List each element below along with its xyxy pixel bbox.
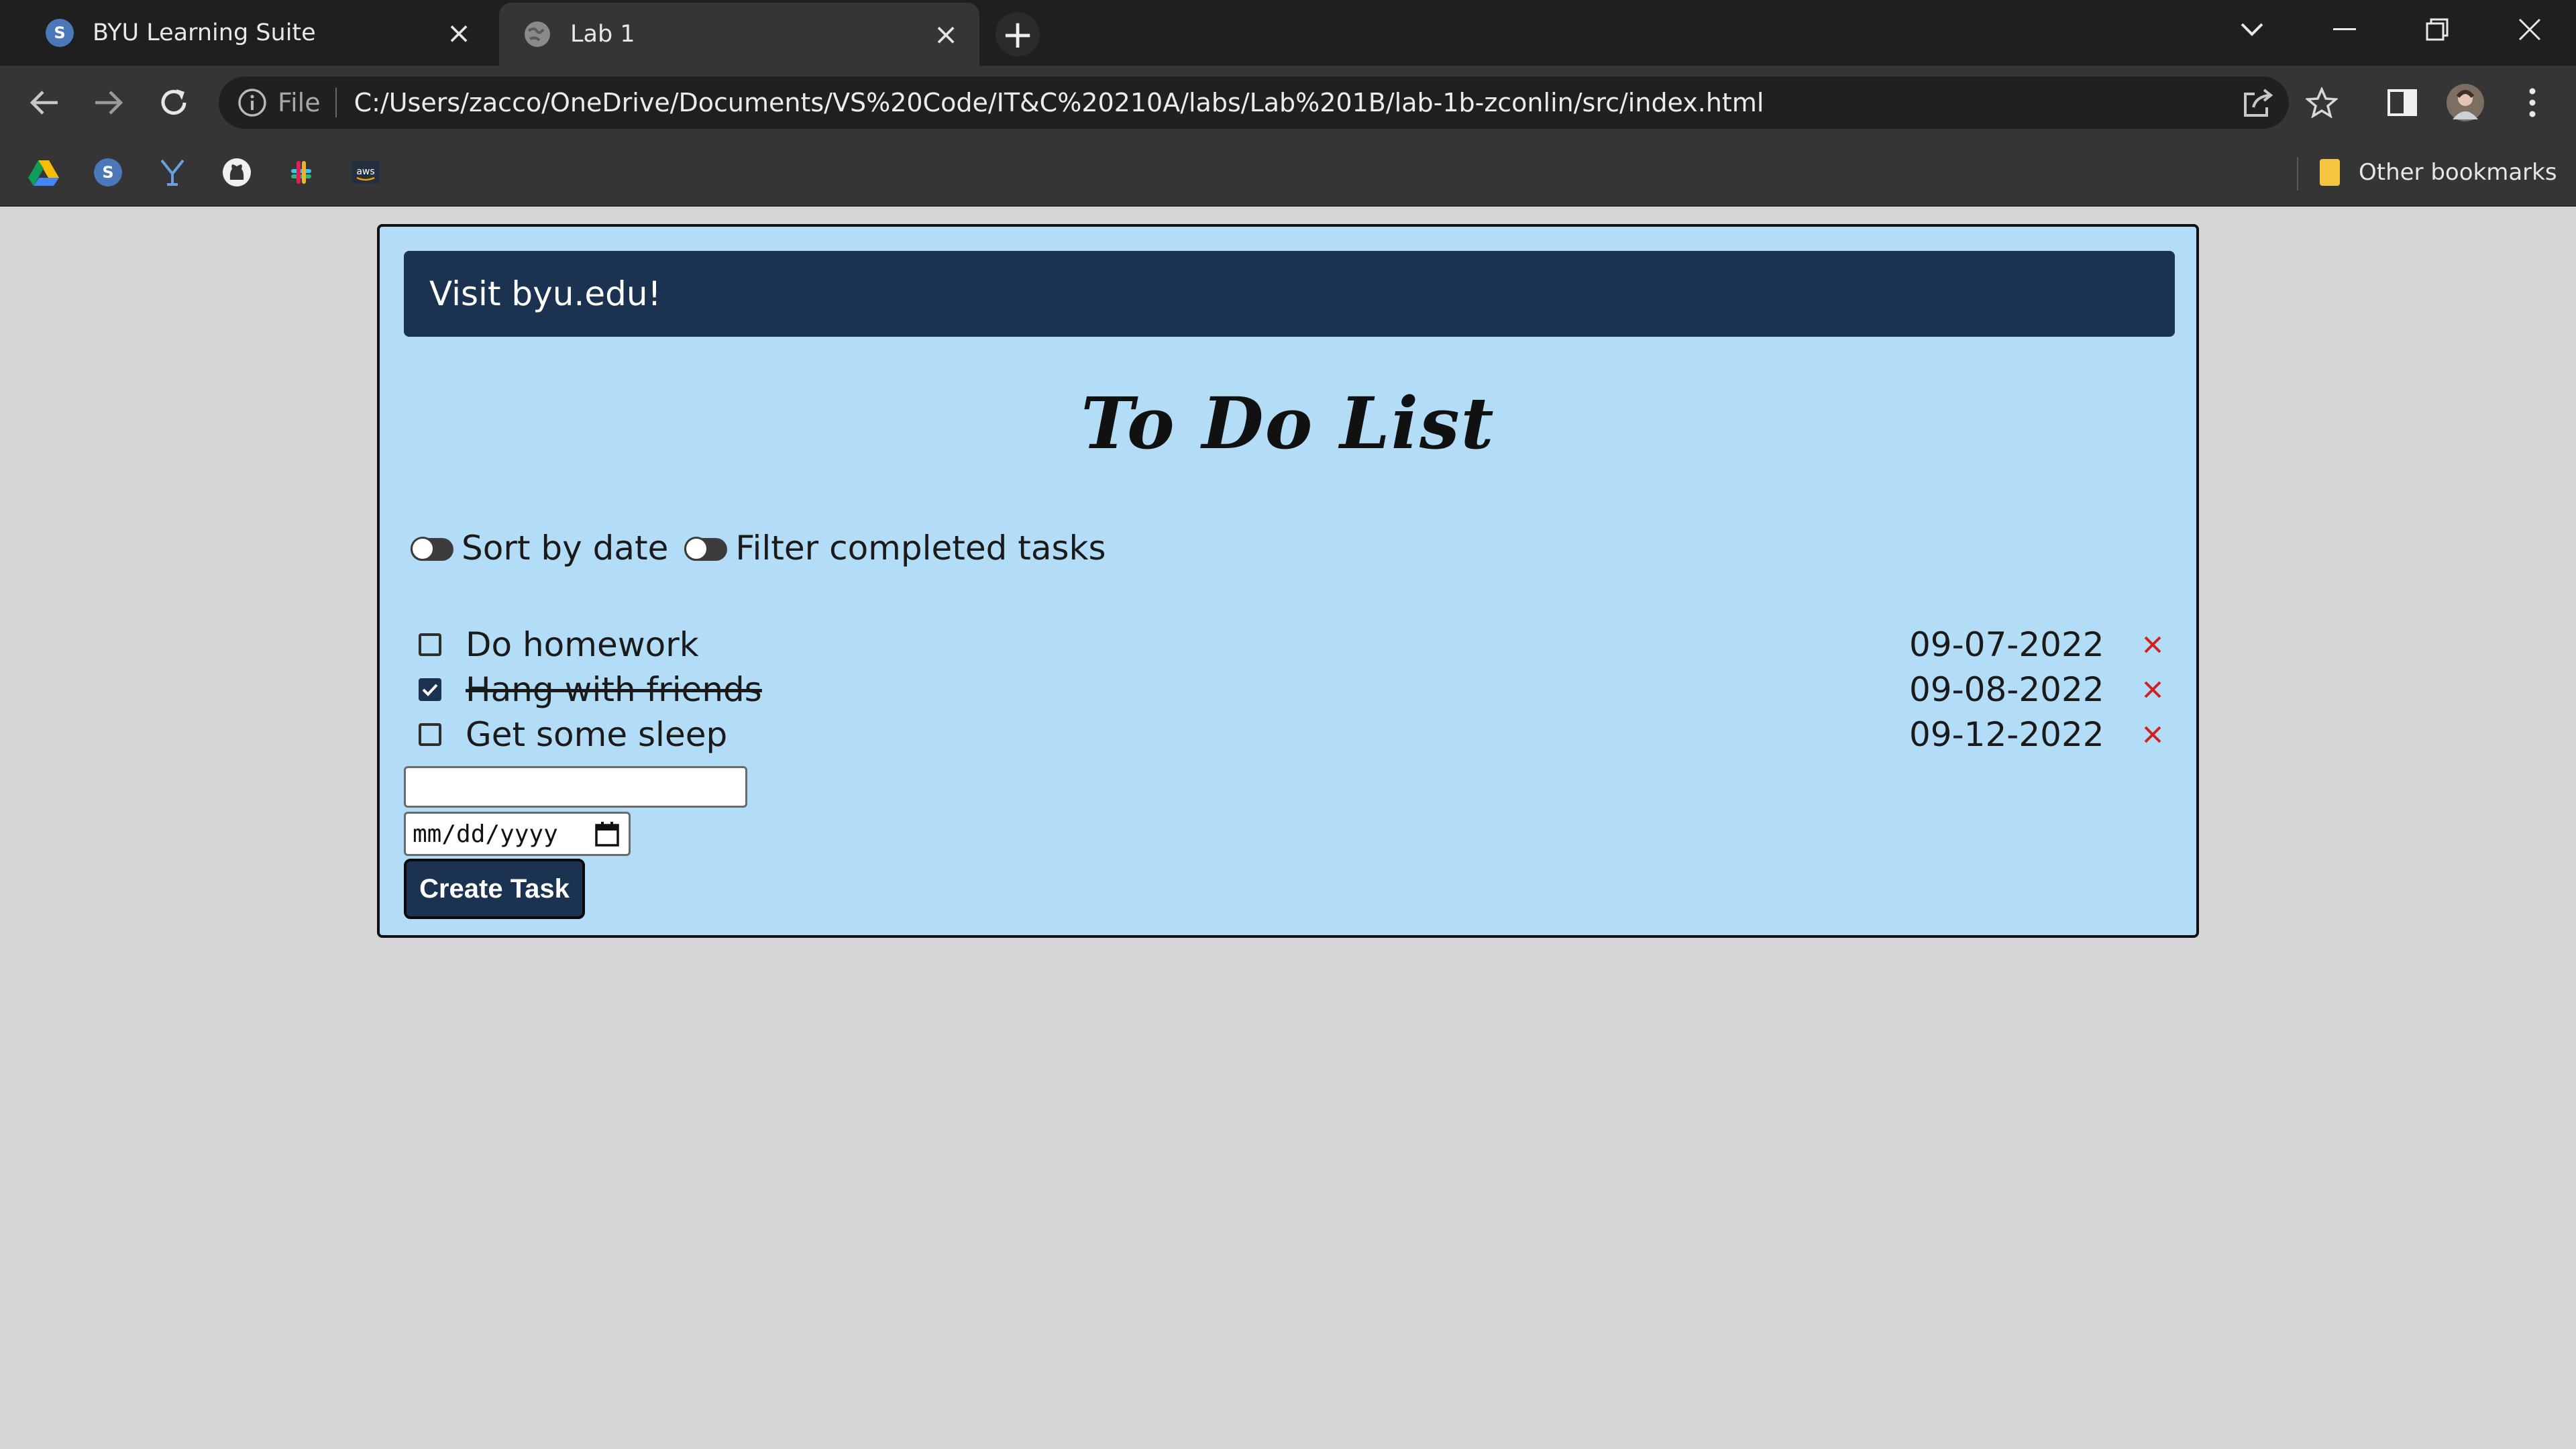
side-panel-icon[interactable] [2383, 83, 2422, 122]
delete-x-icon[interactable] [2137, 629, 2168, 660]
checkmark-icon [422, 684, 438, 696]
tab-byu-learning-suite[interactable]: S BYU Learning Suite × [11, 0, 492, 66]
svg-text:aws: aws [356, 166, 374, 177]
task-date: 09-07-2022 [1909, 625, 2104, 664]
restore-icon[interactable] [2391, 0, 2483, 59]
globe-icon [521, 17, 554, 51]
create-task-button[interactable]: Create Task [404, 859, 585, 919]
task-checkbox[interactable] [419, 723, 441, 746]
page-title: To Do List [1081, 381, 1495, 465]
task-text: Do homework [466, 625, 699, 664]
tab-strip: S BYU Learning Suite × Lab 1 × + [0, 0, 2576, 66]
bookmarks-bar: S aws Other bookmarks [0, 140, 2576, 207]
share-icon[interactable] [2238, 83, 2277, 122]
other-bookmarks-button[interactable]: Other bookmarks [2320, 154, 2557, 191]
filter-completed-label: Filter completed tasks [735, 529, 1106, 568]
toggle-knob [411, 537, 435, 561]
visit-byu-banner[interactable]: Visit byu.edu! [404, 251, 2175, 337]
banner-text[interactable]: Visit byu.edu! [429, 274, 661, 313]
close-icon[interactable]: × [440, 14, 478, 52]
star-icon[interactable] [2302, 83, 2341, 122]
sort-by-date-toggle[interactable] [411, 537, 453, 561]
close-window-icon[interactable] [2483, 0, 2576, 59]
folder-icon [2320, 159, 2340, 186]
task-date: 09-12-2022 [1909, 715, 2104, 754]
todo-card: Visit byu.edu! To Do List Sort by date F… [377, 224, 2199, 938]
task-checkbox[interactable] [419, 678, 441, 701]
google-drive-icon[interactable] [25, 154, 62, 191]
tab-title: BYU Learning Suite [93, 19, 316, 46]
other-bookmarks-label: Other bookmarks [2359, 159, 2557, 186]
menu-dots-icon[interactable] [2513, 83, 2552, 122]
aws-icon[interactable]: aws [347, 154, 384, 191]
tab-title: Lab 1 [570, 21, 635, 48]
github-icon[interactable] [219, 154, 255, 191]
divider [2297, 157, 2298, 191]
task-text: Get some sleep [466, 715, 728, 754]
divider [335, 88, 337, 117]
minimize-icon[interactable] [2298, 0, 2391, 59]
info-icon[interactable] [237, 88, 267, 117]
reload-icon[interactable] [152, 80, 196, 125]
toggle-knob [684, 537, 709, 561]
new-tab-button[interactable]: + [996, 12, 1040, 56]
learning-suite-icon[interactable]: S [90, 154, 126, 191]
url-text[interactable]: C:/Users/zacco/OneDrive/Documents/VS%20C… [354, 88, 1764, 117]
task-date-input[interactable]: mm/dd/yyyy [404, 812, 631, 856]
task-row: Do homework 09-07-2022 [411, 623, 2168, 667]
tab-lab-1[interactable]: Lab 1 × [499, 3, 979, 66]
byu-y-icon[interactable] [154, 154, 191, 191]
learning-suite-icon: S [43, 16, 76, 50]
task-checkbox[interactable] [419, 633, 441, 656]
delete-x-icon[interactable] [2137, 719, 2168, 750]
forward-arrow-icon[interactable] [87, 80, 131, 125]
browser-toolbar: File C:/Users/zacco/OneDrive/Documents/V… [0, 66, 2576, 140]
date-placeholder: mm/dd/yyyy [413, 820, 558, 848]
slack-icon[interactable] [283, 154, 319, 191]
list-controls: Sort by date Filter completed tasks [411, 525, 1122, 572]
task-text: Hang with friends [466, 670, 762, 709]
back-arrow-icon[interactable] [21, 80, 66, 125]
task-row: Get some sleep 09-12-2022 [411, 712, 2168, 757]
delete-x-icon[interactable] [2137, 674, 2168, 705]
svg-text:S: S [102, 163, 113, 182]
filter-completed-toggle[interactable] [684, 537, 728, 561]
address-bar[interactable]: File C:/Users/zacco/OneDrive/Documents/V… [219, 76, 2289, 129]
new-task-input[interactable] [404, 766, 747, 808]
task-row: Hang with friends 09-08-2022 [411, 667, 2168, 712]
tab-search-chevron-icon[interactable] [2206, 0, 2298, 59]
close-icon[interactable]: × [927, 15, 965, 53]
avatar[interactable] [2446, 83, 2485, 122]
svg-text:S: S [54, 23, 65, 42]
task-date: 09-08-2022 [1909, 670, 2104, 709]
sort-by-date-label: Sort by date [462, 529, 669, 568]
scheme-label: File [278, 88, 321, 117]
calendar-icon[interactable] [594, 820, 621, 847]
